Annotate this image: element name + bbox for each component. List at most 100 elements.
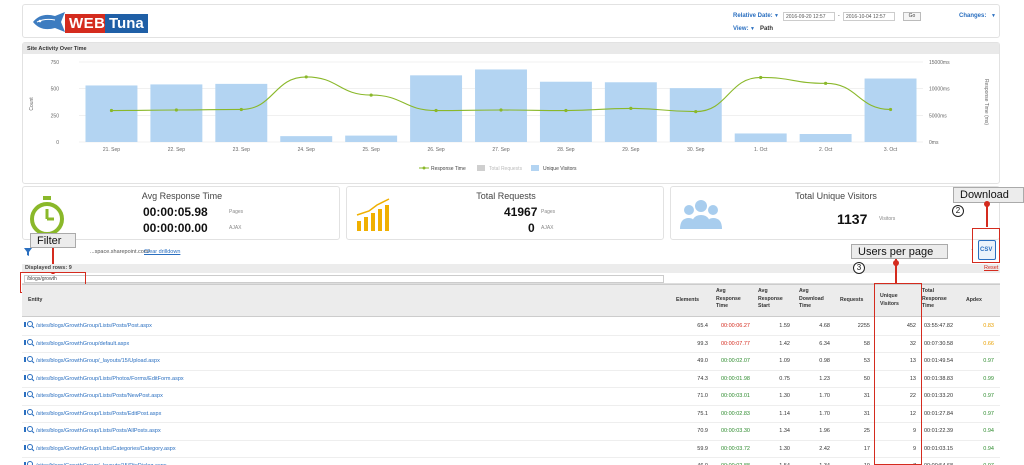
table-row[interactable]: /sites/blogs/GrowthGroup/Lists/Photos/Fo… — [22, 371, 1000, 388]
drilldown-icon[interactable] — [24, 321, 35, 331]
cell-apdex: 0.83 — [983, 323, 994, 329]
col-apdex[interactable]: Apdex — [966, 297, 982, 305]
entity-link[interactable]: /sites/blogs/GrowthGroup/Lists/Posts/Pos… — [36, 323, 152, 329]
cell-avg-download-time: 4.68 — [819, 323, 830, 329]
cell-apdex: 0.97 — [983, 393, 994, 399]
col-avg-download-time[interactable]: Avg Download Time — [799, 288, 833, 311]
cell-requests: 53 — [863, 358, 870, 364]
cell-requests: 25 — [863, 428, 870, 434]
bar-unique-visitors — [475, 69, 527, 142]
avg-response-card: Avg Response Time 00:00:05.98 Pages 00:0… — [22, 186, 340, 240]
date-to-input[interactable]: 2016-10-04 12:57 — [843, 12, 895, 21]
cell-avg-download-time: 2.42 — [819, 445, 830, 452]
table-row[interactable]: /sites/blogs/GrowthGroup/Lists/Posts/New… — [22, 388, 1000, 406]
response-time-point — [694, 110, 698, 114]
entity-link[interactable]: /sites/blogs/GrowthGroup/Lists/Posts/New… — [36, 393, 163, 399]
chevron-down-icon[interactable]: ▼ — [750, 26, 755, 32]
x-tick-label: 30. Sep — [687, 147, 704, 153]
bar-unique-visitors — [150, 84, 203, 142]
relative-date-label: Relative Date: — [733, 13, 773, 19]
entity-filter-input[interactable]: /blogs/growth — [24, 275, 664, 283]
col-total-response-time[interactable]: Total Response Time — [922, 288, 956, 311]
table-row[interactable]: /sites/blogs/GrowthGroup/Lists/Posts/Pos… — [22, 318, 1000, 336]
table-row[interactable]: /sites/blogs/GrowthGroup/default.aspx 99.… — [22, 336, 1000, 353]
webtuna-logo[interactable]: WEB Tuna — [29, 8, 159, 36]
cell-avg-response-time: 00:00:07.77 — [720, 340, 750, 347]
response-time-point — [174, 108, 178, 112]
legend-label: Unique Visitors — [543, 166, 577, 172]
breadcrumb-site[interactable]: ...space.sharepoint.com/ — [90, 249, 150, 255]
total-requests-ajax-label: AJAX — [541, 225, 554, 231]
view-path-value[interactable]: Path — [760, 26, 773, 32]
csv-download-icon[interactable]: CSV — [978, 240, 996, 260]
chevron-down-icon[interactable]: ▼ — [991, 13, 996, 19]
clear-drilldown-link[interactable]: Clear drilldown — [144, 249, 180, 255]
drilldown-icon[interactable] — [24, 373, 35, 384]
total-requests-ajax-value: 0 — [528, 221, 535, 235]
table-row[interactable]: /sites/blogs/GrowthGroup/Lists/Posts/Edi… — [22, 406, 1000, 423]
cell-total-response-time: 00:01:49.54 — [924, 358, 954, 364]
pointer-dot — [984, 201, 990, 207]
entity-link[interactable]: /sites/blogs/GrowthGroup/Lists/Categorie… — [36, 446, 176, 452]
cell-total-response-time: 00:01:33.20 — [924, 393, 954, 399]
drilldown-icon[interactable] — [24, 461, 35, 465]
bar-unique-visitors — [799, 134, 852, 142]
go-button[interactable]: Go — [903, 12, 921, 21]
view-label: View: — [733, 26, 749, 32]
chevron-down-icon[interactable]: ▼ — [774, 13, 779, 19]
table-row[interactable]: /sites/blogs/GrowthGroup/Lists/Categorie… — [22, 441, 1000, 458]
response-time-point — [759, 75, 763, 80]
avg-response-ajax-value: 00:00:00.00 — [143, 221, 208, 235]
bar-unique-visitors — [734, 133, 787, 142]
entity-link[interactable]: /sites/blogs/GrowthGroup/Lists/Posts/Edi… — [36, 411, 161, 417]
entity-link[interactable]: /sites/blogs/GrowthGroup/Lists/Posts/All… — [36, 428, 161, 434]
col-requests[interactable]: Requests — [840, 297, 863, 305]
drilldown-icon[interactable] — [24, 426, 35, 436]
cell-requests: 31 — [863, 393, 870, 399]
y2-tick-label: 15000ms — [929, 60, 950, 66]
y-axis-label: Count — [29, 97, 35, 111]
response-time-point — [369, 93, 373, 97]
date-from-input[interactable]: 2016-09-20 12:57 — [783, 12, 835, 21]
bar-growth-icon — [356, 198, 390, 231]
unique-visitors-highlight-box — [874, 283, 922, 465]
cell-total-response-time: 00:01:27.84 — [924, 410, 954, 417]
cell-avg-download-time: 1.96 — [819, 428, 830, 434]
drilldown-icon[interactable] — [24, 338, 35, 349]
tuna-fish-icon — [33, 12, 65, 32]
response-time-point — [629, 106, 633, 110]
bar-unique-visitors — [345, 135, 398, 142]
cell-avg-download-time: 1.70 — [819, 393, 830, 399]
cell-avg-response-time: 00:00:03.01 — [720, 393, 750, 399]
drilldown-icon[interactable] — [24, 391, 35, 401]
changes-dropdown[interactable]: Changes: — [959, 13, 986, 19]
col-entity[interactable]: Entity — [28, 297, 42, 305]
cell-avg-response-start: 1.42 — [779, 340, 790, 347]
logo-tuna-text: Tuna — [105, 14, 148, 33]
col-avg-response-start[interactable]: Avg Response Start — [758, 288, 792, 311]
drilldown-icon[interactable] — [24, 356, 35, 366]
bar-unique-visitors — [85, 85, 138, 142]
col-avg-response-time[interactable]: Avg Response Time — [716, 288, 750, 311]
cell-apdex: 0.66 — [983, 340, 994, 347]
y2-tick-label: 0ms — [929, 140, 939, 146]
funnel-icon — [24, 248, 32, 256]
table-row[interactable]: /sites/blogs/GrowthGroup/_layouts/15/Rte… — [22, 458, 1000, 465]
y-tick-label: 750 — [51, 60, 60, 66]
entity-link[interactable]: /sites/blogs/GrowthGroup/_layouts/15/Upl… — [36, 358, 160, 364]
drilldown-icon[interactable] — [24, 408, 35, 419]
drilldown-icon[interactable] — [24, 443, 35, 454]
col-elements[interactable]: Elements — [676, 297, 699, 305]
table-row[interactable]: /sites/blogs/GrowthGroup/_layouts/15/Upl… — [22, 353, 1000, 371]
legend-swatch — [477, 165, 485, 171]
cell-elements: 74.3 — [697, 375, 708, 382]
cell-avg-response-time: 00:00:03.30 — [720, 428, 750, 434]
x-tick-label: 3. Oct — [884, 147, 898, 153]
table-row[interactable]: /sites/blogs/GrowthGroup/Lists/Posts/All… — [22, 423, 1000, 441]
entity-link[interactable]: /sites/blogs/GrowthGroup/Lists/Photos/Fo… — [36, 376, 184, 382]
reset-link[interactable]: Reset — [984, 265, 998, 271]
entity-link[interactable]: /sites/blogs/GrowthGroup/default.aspx — [36, 341, 129, 347]
avg-response-pages-value: 00:00:05.98 — [143, 205, 208, 219]
y-tick-label: 250 — [51, 113, 60, 119]
cell-avg-response-start: 0.75 — [779, 375, 790, 382]
